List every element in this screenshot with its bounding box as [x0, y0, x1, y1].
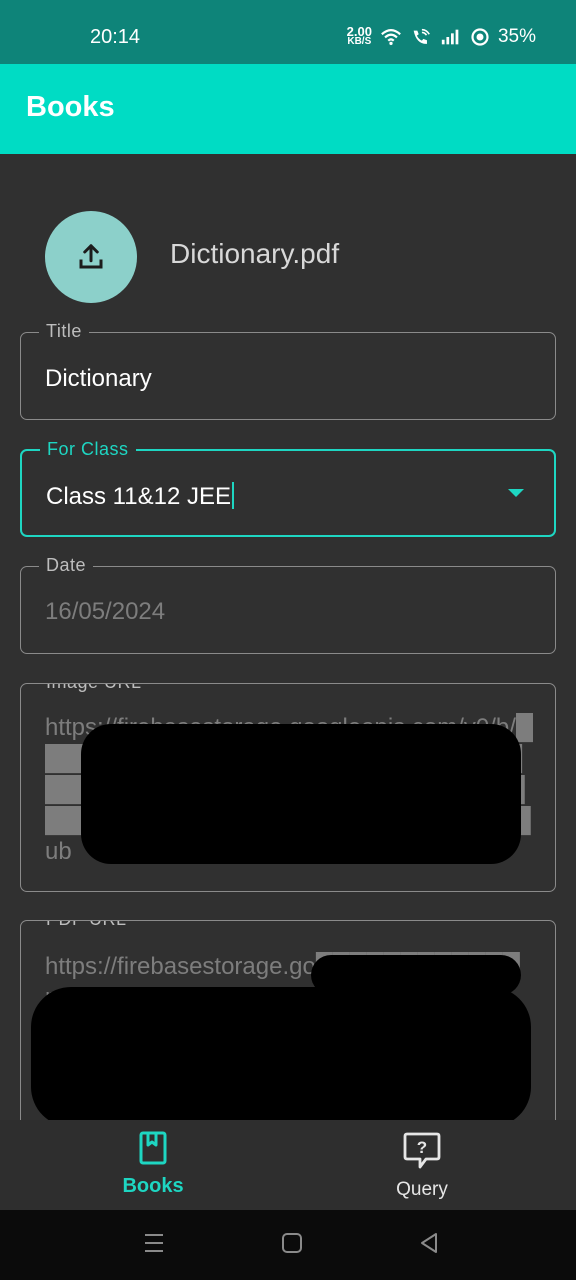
book-icon [139, 1131, 167, 1165]
nav-label-query: Query [396, 1179, 448, 1200]
for-class-value-text: Class 11&12 JEE [46, 483, 231, 510]
upload-button[interactable] [45, 211, 137, 303]
nav-item-books[interactable]: Books [73, 1130, 233, 1198]
date-field[interactable]: Date 16/05/2024 [20, 555, 556, 654]
svg-text:?: ? [417, 1138, 427, 1157]
page-title: Books [26, 91, 115, 123]
title-field-label: Title [39, 321, 89, 342]
system-navigation-bar [0, 1210, 576, 1280]
text-cursor [231, 482, 234, 509]
app-bar: Books [0, 64, 576, 154]
signal-icon [441, 29, 459, 45]
bottom-navigation: Books ? Query [0, 1120, 576, 1210]
pdf-url-label: PDF URL [39, 921, 134, 930]
for-class-dropdown[interactable]: For Class Class 11&12 JEE [20, 439, 556, 537]
upload-icon [79, 244, 103, 269]
date-field-value[interactable]: 16/05/2024 [45, 598, 165, 626]
image-url-label: Image URL [39, 684, 149, 693]
back-icon[interactable] [418, 1230, 440, 1256]
for-class-value[interactable]: Class 11&12 JEE [46, 482, 234, 511]
home-icon[interactable] [281, 1230, 303, 1256]
date-field-label: Date [39, 555, 94, 576]
image-url-field[interactable]: Image URL https://firebasestorage.google… [20, 683, 556, 892]
nav-item-query[interactable]: ? Query [342, 1130, 502, 1201]
status-bar: 20:14 2.00 KB/S 35% [0, 0, 576, 64]
status-icons: 2.00 KB/S 35% [347, 25, 536, 48]
nav-label-books: Books [122, 1175, 184, 1197]
title-field-value[interactable]: Dictionary [45, 365, 152, 393]
for-class-label: For Class [40, 439, 136, 460]
network-speed: 2.00 KB/S [347, 25, 372, 47]
pdf-url-field[interactable]: PDF URL https://firebasestorage.go██████… [20, 920, 556, 1120]
battery-ring-icon [471, 28, 489, 46]
network-speed-unit: KB/S [347, 36, 372, 47]
status-time: 20:14 [90, 26, 141, 48]
redaction-mark [81, 724, 521, 864]
battery-percent: 35% [497, 26, 536, 47]
title-field[interactable]: Title Dictionary [20, 321, 556, 420]
wifi-call-icon [413, 28, 430, 44]
dropdown-arrow-icon[interactable] [508, 489, 524, 497]
recent-apps-icon[interactable] [143, 1230, 165, 1256]
redaction-mark [31, 987, 531, 1120]
selected-file-name: Dictionary.pdf [170, 238, 340, 269]
question-bubble-icon: ? [403, 1132, 441, 1169]
wifi-icon [381, 29, 401, 46]
